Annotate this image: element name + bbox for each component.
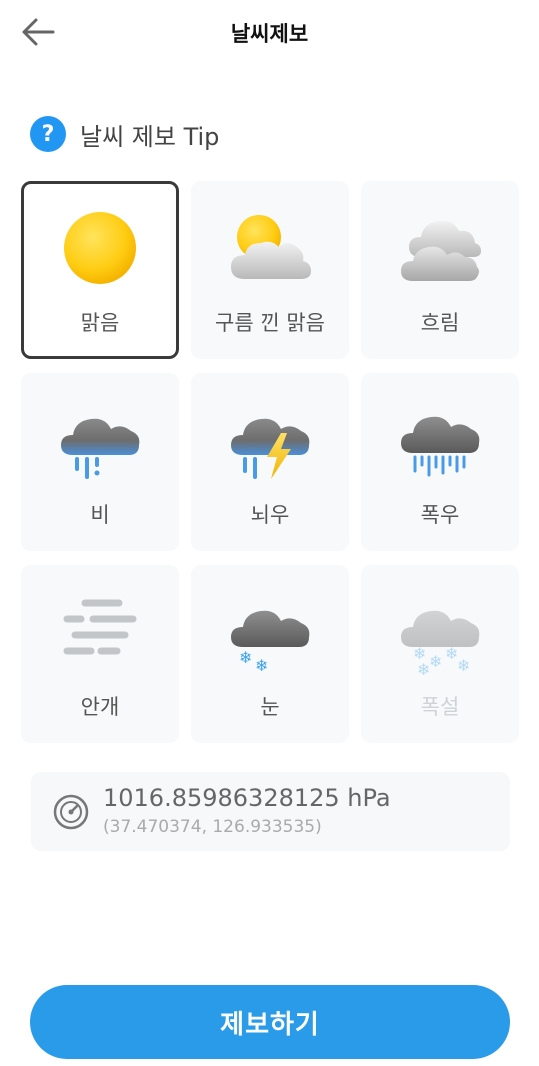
weather-option-label: 흐림 [420, 311, 460, 335]
svg-text:❄: ❄ [239, 648, 252, 667]
svg-text:❄: ❄ [429, 652, 442, 671]
app-header: 날씨제보 [0, 0, 539, 64]
pressure-info: 1016.85986328125 hPa (37.470374, 126.933… [31, 772, 510, 851]
weather-option-rain[interactable]: 비 [21, 373, 179, 551]
weather-option-label: 눈 [260, 695, 280, 719]
thunderstorm-icon [225, 395, 315, 485]
partly-cloudy-icon [225, 203, 315, 293]
weather-option-cloudy[interactable]: 흐림 [361, 181, 519, 359]
svg-text:❄: ❄ [417, 660, 430, 677]
svg-text:❄: ❄ [457, 656, 470, 675]
weather-option-label: 구름 낀 맑음 [215, 311, 325, 335]
cloudy-icon [395, 203, 485, 293]
question-circle-icon: ? [30, 116, 66, 152]
location-coordinates: (37.470374, 126.933535) [103, 817, 322, 837]
weather-option-label: 폭설 [420, 695, 460, 719]
page-title: 날씨제보 [230, 22, 309, 46]
weather-option-fog[interactable]: 안개 [21, 565, 179, 743]
gauge-icon [53, 794, 89, 830]
weather-option-label: 안개 [80, 695, 120, 719]
submit-report-button[interactable]: 제보하기 [30, 985, 510, 1059]
weather-option-partly-cloudy[interactable]: 구름 낀 맑음 [191, 181, 349, 359]
svg-text:❄: ❄ [255, 656, 268, 675]
weather-option-label: 뇌우 [250, 503, 290, 527]
weather-tip-link[interactable]: ? 날씨 제보 Tip [30, 116, 219, 152]
weather-option-heavy-rain[interactable]: 폭우 [361, 373, 519, 551]
weather-option-snow[interactable]: ❄ ❄ 눈 [191, 565, 349, 743]
weather-option-label: 폭우 [420, 503, 460, 527]
weather-option-label: 비 [90, 503, 110, 527]
fog-icon [55, 587, 145, 677]
pressure-value: 1016.85986328125 hPa [103, 784, 391, 812]
rain-icon [55, 395, 145, 485]
tip-label: 날씨 제보 Tip [80, 122, 220, 151]
snow-icon: ❄ ❄ [225, 587, 315, 677]
heavy-rain-icon [395, 395, 485, 485]
heavy-snow-icon: ❄ ❄ ❄ ❄ ❄ [395, 587, 485, 677]
weather-option-clear[interactable]: 맑음 [21, 181, 179, 359]
sun-icon [55, 203, 145, 293]
weather-option-heavy-snow[interactable]: ❄ ❄ ❄ ❄ ❄ 폭설 [361, 565, 519, 743]
weather-options-grid: 맑음 구름 낀 맑음 흐림 비 뇌우 폭우 안개 ❄ ❄ 눈 ❄ ❄ ❄ ❄ ❄… [21, 181, 520, 743]
weather-option-label: 맑음 [80, 311, 120, 335]
weather-option-thunderstorm[interactable]: 뇌우 [191, 373, 349, 551]
